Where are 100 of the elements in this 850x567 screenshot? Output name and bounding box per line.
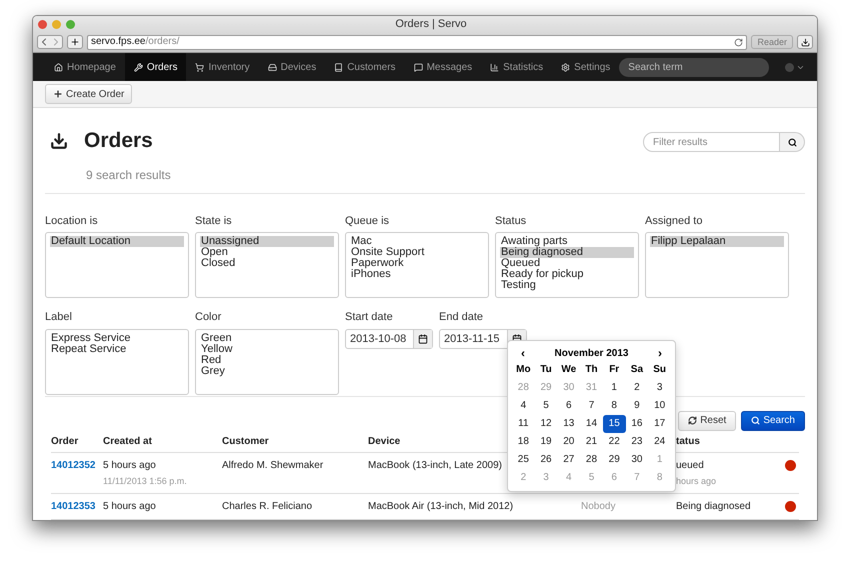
list-option[interactable]: Green bbox=[200, 332, 334, 344]
speech-bubble-icon bbox=[414, 62, 423, 72]
calendar-day[interactable]: 9 bbox=[626, 397, 648, 416]
list-option[interactable]: Paperwork bbox=[350, 258, 484, 270]
list-option[interactable]: iPhones bbox=[350, 269, 484, 280]
calendar-day[interactable]: 10 bbox=[648, 397, 671, 416]
nav-item[interactable]: Messages bbox=[404, 53, 482, 81]
user-avatar bbox=[785, 62, 794, 72]
nav-item[interactable]: Inventory bbox=[186, 53, 259, 81]
calendar-day[interactable]: 22 bbox=[602, 433, 626, 452]
calendar-button[interactable] bbox=[413, 330, 432, 348]
calendar-day[interactable]: 18 bbox=[512, 433, 535, 452]
list-option[interactable]: Red bbox=[200, 354, 334, 366]
calendar-day[interactable]: 24 bbox=[648, 433, 671, 452]
field-label: Label bbox=[45, 310, 73, 326]
reset-button[interactable]: Reset bbox=[678, 410, 736, 430]
list-option[interactable]: Mac bbox=[350, 236, 484, 248]
list-option[interactable]: Default Location bbox=[50, 236, 184, 248]
calendar-day[interactable]: 15 bbox=[602, 415, 626, 434]
table-cell-text: Nobody bbox=[581, 500, 616, 514]
field-label: Assigned to bbox=[645, 214, 704, 229]
list-option[interactable]: Ready for pickup bbox=[500, 269, 634, 280]
list-option[interactable]: Filipp Lepalaan bbox=[650, 236, 784, 248]
calendar-day[interactable]: 12 bbox=[534, 415, 558, 434]
list-option[interactable]: Closed bbox=[200, 258, 334, 270]
date-field[interactable]: 2013-11-15 bbox=[439, 328, 527, 349]
select-list[interactable]: Mac Onsite Support Paperwork iPhones bbox=[345, 232, 489, 298]
weekday-header: Su bbox=[652, 363, 668, 378]
create-order-button[interactable]: Create Order bbox=[45, 84, 132, 104]
next-month-button[interactable]: › bbox=[658, 344, 662, 362]
field-label: Queue is bbox=[345, 214, 390, 229]
date-field[interactable]: 2013-10-08 bbox=[345, 328, 433, 349]
calendar-day[interactable]: 17 bbox=[648, 415, 671, 434]
filter-search-button[interactable] bbox=[780, 132, 805, 152]
weekday-header: Sa bbox=[630, 363, 644, 378]
list-option[interactable]: Awating parts bbox=[500, 236, 634, 248]
calendar-day[interactable]: 11 bbox=[512, 415, 535, 434]
cart-icon bbox=[195, 62, 204, 72]
order-link[interactable]: 14012352 bbox=[51, 458, 103, 472]
list-option[interactable]: Repeat Service bbox=[50, 344, 184, 355]
calendar-day[interactable]: 6 bbox=[557, 397, 580, 416]
nav-item[interactable]: Devices bbox=[258, 53, 326, 81]
calendar-day[interactable]: 3 bbox=[648, 379, 671, 398]
list-option[interactable]: Queued bbox=[500, 258, 634, 270]
select-list[interactable]: Green Yellow Red Grey bbox=[195, 328, 339, 395]
weekday-header: We bbox=[560, 363, 578, 378]
calendar-day[interactable]: 7 bbox=[580, 397, 603, 416]
search-button[interactable]: Search bbox=[741, 410, 805, 430]
calendar-day[interactable]: 28 bbox=[580, 451, 603, 470]
list-option[interactable]: Onsite Support bbox=[350, 247, 484, 258]
user-menu[interactable] bbox=[785, 62, 806, 72]
calendar-day[interactable]: 14 bbox=[580, 415, 603, 434]
filter-field[interactable]: Filter results bbox=[643, 132, 780, 152]
calendar-day[interactable]: 13 bbox=[557, 415, 580, 434]
calendar-day[interactable]: 19 bbox=[534, 433, 558, 452]
list-option[interactable]: Express Service bbox=[50, 332, 184, 344]
calendar-day[interactable]: 26 bbox=[534, 451, 558, 470]
calendar-day[interactable]: 2 bbox=[626, 379, 648, 398]
calendar-day[interactable]: 30 bbox=[626, 451, 648, 470]
select-list[interactable]: Unassigned Open Closed bbox=[195, 232, 339, 298]
address-bar[interactable]: servo.fps.ee/orders/ bbox=[87, 34, 748, 50]
field-label: State is bbox=[195, 214, 233, 229]
nav-item[interactable]: Settings bbox=[552, 53, 620, 81]
nav-item[interactable]: Statistics bbox=[481, 53, 552, 81]
downloads-button[interactable] bbox=[797, 35, 813, 49]
list-option[interactable]: Testing bbox=[500, 280, 634, 292]
search-field[interactable]: Search term bbox=[619, 58, 770, 76]
list-option[interactable]: Open bbox=[200, 247, 334, 258]
field-label: Color bbox=[195, 310, 222, 326]
list-option[interactable]: Being diagnosed bbox=[500, 247, 634, 258]
calendar-day[interactable]: 21 bbox=[580, 433, 603, 452]
list-option[interactable]: Yellow bbox=[200, 344, 334, 355]
new-tab-button[interactable] bbox=[67, 35, 83, 49]
select-list[interactable]: Express Service Repeat Service bbox=[45, 328, 189, 395]
table-cell-text: MacBook Air (13-inch, Mid 2012) bbox=[368, 500, 514, 514]
field-label: End date bbox=[439, 310, 484, 326]
calendar-day[interactable]: 27 bbox=[557, 451, 580, 470]
list-option[interactable]: Grey bbox=[200, 366, 334, 377]
nav-item[interactable]: Orders bbox=[124, 53, 186, 81]
list-option[interactable]: Unassigned bbox=[200, 236, 334, 248]
calendar-day[interactable]: 5 bbox=[534, 397, 558, 416]
select-list[interactable]: Awating parts Being diagnosed Queued Ready for pickup Testing bbox=[495, 232, 639, 298]
select-list[interactable]: Default Location bbox=[45, 232, 189, 298]
back-forward-buttons[interactable] bbox=[37, 35, 63, 49]
calendar-day[interactable]: 16 bbox=[626, 415, 648, 434]
select-list[interactable]: Filipp Lepalaan bbox=[645, 232, 789, 298]
calendar-day[interactable]: 29 bbox=[602, 451, 626, 470]
calendar-day[interactable]: 4 bbox=[512, 397, 535, 416]
plus-icon bbox=[53, 89, 63, 99]
calendar-day[interactable]: 20 bbox=[557, 433, 580, 452]
calendar-day[interactable]: 25 bbox=[512, 451, 535, 470]
calendar-day[interactable]: 23 bbox=[626, 433, 648, 452]
calendar-day[interactable]: 8 bbox=[602, 397, 626, 416]
timestamp: hours ago bbox=[676, 474, 718, 488]
close-window-button[interactable] bbox=[38, 20, 47, 28]
order-link[interactable]: 14012353 bbox=[51, 499, 103, 514]
reload-icon bbox=[734, 38, 744, 46]
nav-item[interactable]: Customers bbox=[325, 53, 405, 81]
calendar-day[interactable]: 1 bbox=[602, 379, 626, 398]
nav-item[interactable]: Homepage bbox=[45, 53, 125, 81]
